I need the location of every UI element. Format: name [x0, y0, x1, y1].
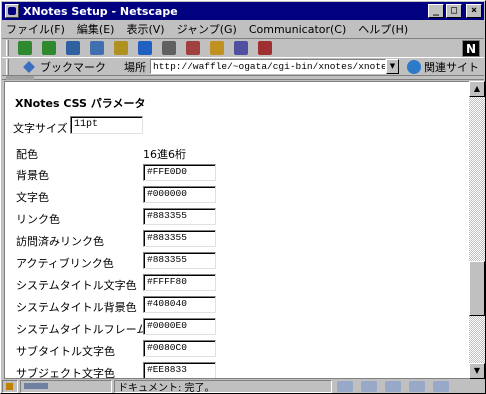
color-row: システムタイトルフレーム色 #0000E0 [5, 318, 305, 338]
guide-icon[interactable] [135, 39, 155, 57]
font-size-label: 文字サイズ [13, 122, 68, 135]
color-label: サブタイトル文字色 [16, 345, 115, 358]
color-header-format: 16進6桁 [143, 148, 186, 161]
netscape-logo[interactable]: N [462, 40, 480, 57]
url-input[interactable]: http://waffle/~ogata/cgi-bin/xnotes/xnot… [150, 59, 386, 74]
location-label: 場所 [124, 60, 146, 74]
color-label: 背景色 [16, 169, 49, 182]
address-book-icon[interactable] [409, 380, 425, 392]
window-title: XNotes Setup - Netscape [23, 4, 178, 18]
color-label: システムタイトルフレーム色 [16, 323, 159, 336]
color-row: システムタイトル文字色 #FFFF80 [5, 274, 305, 294]
minimize-button[interactable]: _ [428, 4, 444, 18]
color-input[interactable]: #883355 [143, 208, 216, 225]
shop-icon[interactable] [231, 39, 251, 57]
color-input[interactable]: #FFE0D0 [143, 164, 216, 181]
back-icon[interactable] [15, 39, 35, 57]
close-button[interactable]: × [466, 4, 482, 18]
related-sites-icon[interactable] [407, 59, 421, 74]
menu-bar: ファイル(F) 編集(E) 表示(V) ジャンプ(G) Communicator… [2, 20, 484, 38]
toolbar-grip[interactable] [6, 40, 9, 56]
navigation-toolbar: N [2, 38, 484, 58]
color-input[interactable]: #0000E0 [143, 318, 216, 335]
newsgroups-icon[interactable] [385, 380, 401, 392]
color-row: 文字色 #000000 [5, 186, 305, 206]
maximize-button[interactable]: □ [446, 4, 462, 18]
collapse-tab[interactable] [6, 76, 34, 80]
color-row: リンク色 #883355 [5, 208, 305, 228]
page-heading: XNotes CSS パラメータ [15, 97, 146, 110]
scroll-down-button[interactable]: ▼ [469, 363, 485, 379]
color-label: 文字色 [16, 191, 49, 204]
menu-communicator[interactable]: Communicator(C) [249, 23, 346, 36]
title-bar[interactable]: XNotes Setup - Netscape _ □ × [2, 2, 484, 20]
mail-icon[interactable] [361, 380, 377, 392]
bookmark-icon[interactable] [21, 60, 37, 74]
color-row: システムタイトル背景色 #408040 [5, 296, 305, 316]
bookmarks-button[interactable]: ブックマーク [40, 59, 106, 75]
composer-icon[interactable] [433, 380, 449, 392]
color-input[interactable]: #FFFF80 [143, 274, 216, 291]
reload-icon[interactable] [63, 39, 83, 57]
color-input[interactable]: #000000 [143, 186, 216, 203]
menu-file[interactable]: ファイル(F) [6, 21, 65, 37]
color-label: 訪問済みリンク色 [16, 235, 104, 248]
security-lock-icon[interactable] [2, 379, 18, 393]
navigator-icon[interactable] [337, 380, 353, 392]
color-label: アクティブリンク色 [16, 257, 114, 270]
color-row: 訪問済みリンク色 #883355 [5, 230, 305, 250]
vertical-scrollbar[interactable]: ▲ ▼ [469, 81, 485, 379]
toolbar-tab-strip [2, 76, 484, 80]
security-icon[interactable] [207, 39, 227, 57]
color-row: サブジェクト文字色 #EE8833 [5, 362, 305, 379]
scroll-up-button[interactable]: ▲ [469, 81, 485, 97]
netscape-app-icon[interactable] [5, 4, 19, 18]
location-grip[interactable] [6, 58, 9, 75]
menu-view[interactable]: 表示(V) [126, 21, 164, 37]
status-text: ドキュメント: 完了。 [114, 379, 332, 394]
color-row: アクティブリンク色 #883355 [5, 252, 305, 272]
page-content: XNotes CSS パラメータ 文字サイズ 11pt 配色 16進6桁 背景色… [4, 81, 469, 379]
connection-plug-icon [20, 379, 112, 393]
color-label: システムタイトル背景色 [16, 301, 137, 314]
color-label: システムタイトル文字色 [16, 279, 137, 292]
color-input[interactable]: #0080C0 [143, 340, 216, 357]
component-bar [334, 380, 482, 393]
color-label: サブジェクト文字色 [16, 367, 115, 379]
status-bar: ドキュメント: 完了。 [2, 379, 484, 394]
images-icon[interactable] [183, 39, 203, 57]
color-input[interactable]: #EE8833 [143, 362, 216, 378]
print-icon[interactable] [159, 39, 179, 57]
related-sites-button[interactable]: 関連サイト [424, 59, 479, 75]
menu-edit[interactable]: 編集(E) [77, 21, 115, 37]
browser-window: XNotes Setup - Netscape _ □ × ファイル(F) 編集… [0, 0, 486, 394]
menu-help[interactable]: ヘルプ(H) [358, 21, 408, 37]
menu-go[interactable]: ジャンプ(G) [177, 21, 237, 37]
color-row: 背景色 #FFE0D0 [5, 164, 305, 184]
stop-icon[interactable] [255, 39, 275, 57]
font-size-input[interactable]: 11pt [70, 116, 143, 134]
url-dropdown-button[interactable]: ▼ [386, 59, 399, 74]
forward-icon[interactable] [39, 39, 59, 57]
color-label: リンク色 [16, 213, 60, 226]
home-icon[interactable] [87, 39, 107, 57]
color-input[interactable]: #408040 [143, 296, 216, 313]
location-toolbar: ブックマーク 場所 http://waffle/~ogata/cgi-bin/x… [2, 58, 484, 76]
scroll-thumb[interactable] [469, 261, 485, 316]
color-input[interactable]: #883355 [143, 230, 216, 247]
search-icon[interactable] [111, 39, 131, 57]
color-row: サブタイトル文字色 #0080C0 [5, 340, 305, 360]
color-input[interactable]: #883355 [143, 252, 216, 269]
color-header-label: 配色 [16, 148, 38, 161]
